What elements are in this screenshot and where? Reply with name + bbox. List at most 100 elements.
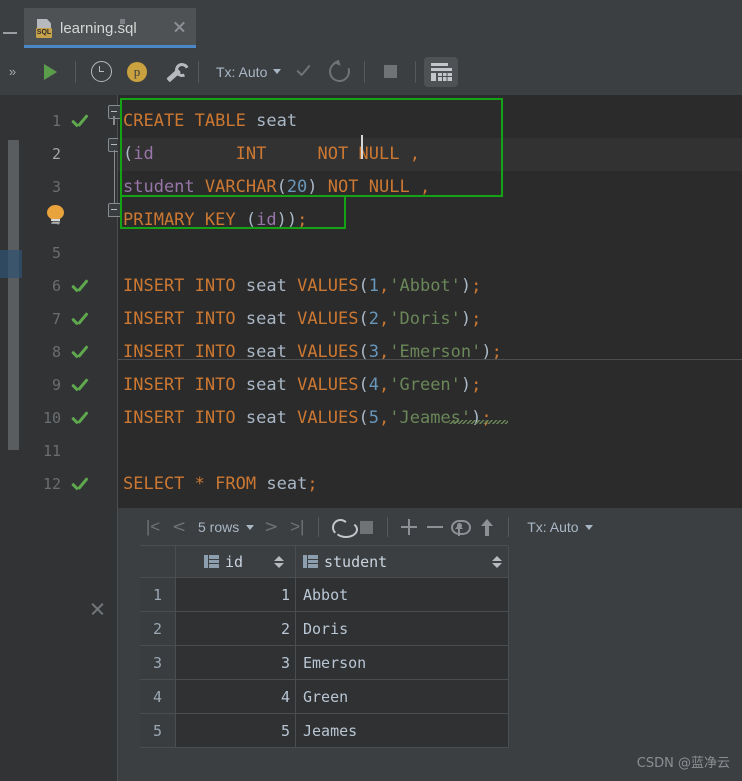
gutter-row: 12 [24,468,118,501]
submit-button[interactable] [474,514,500,540]
data-grid-button[interactable] [424,56,459,87]
divider [75,60,76,83]
results-grid[interactable]: id student 1 1 Abbot 2 2 Doris 3 3 Emerson 4 4 Gree… [140,546,509,748]
line-number: 9 [51,376,61,394]
refresh-icon [331,518,359,538]
profile-button[interactable]: p [120,57,154,87]
gutter-row: 8 [24,336,118,369]
tx-mode-label: Tx: Auto [216,63,268,80]
cell-student[interactable]: Green [296,680,509,714]
cell-student[interactable]: Emerson [296,646,509,680]
sort-icon[interactable] [274,555,284,569]
refresh-button[interactable] [327,514,359,540]
line-number: 2 [51,145,61,163]
cell-id[interactable]: 1 [176,578,296,612]
revert-changes-button[interactable] [448,514,474,540]
run-button[interactable] [33,57,67,87]
last-page-button[interactable]: >| [284,514,310,540]
line-number: 3 [51,178,61,196]
statement-success-icon[interactable] [71,279,89,295]
gutter-row: 3 [24,171,118,204]
line-number: 10 [42,409,61,427]
code-line[interactable] [118,435,742,468]
cell-student[interactable]: Abbot [296,578,509,612]
commit-button[interactable] [286,57,320,87]
statement-divider [118,359,742,360]
statement-success-icon[interactable] [71,312,89,328]
revert-icon [451,519,472,536]
statement-success-icon[interactable] [71,378,89,394]
submit-icon [480,518,494,536]
line-number: 11 [42,442,61,460]
code-line[interactable]: INSERT INTO seat VALUES(1,'Abbot'); [118,270,742,303]
cell-id[interactable]: 3 [176,646,296,680]
column-header-label: student [324,552,388,571]
column-header-id[interactable]: id [176,546,296,578]
next-page-icon: > [264,517,279,537]
line-number: 7 [51,310,61,328]
code-line[interactable] [118,237,742,270]
gutter-row: 4 [24,204,118,237]
rollback-icon [325,57,354,86]
code-line[interactable]: SELECT * FROM seat; [118,468,742,501]
row-index-cell: 4 [140,680,176,714]
stop-button[interactable] [373,57,407,87]
results-tx-selector[interactable]: Tx: Auto [517,519,596,535]
column-header-student[interactable]: student [296,546,509,578]
statement-success-icon[interactable] [71,477,89,493]
grid-header-row: id student [140,546,509,578]
close-icon[interactable] [90,601,105,616]
statement-success-icon[interactable] [71,411,89,427]
table-row[interactable]: 4 4 Green [140,680,509,714]
statement-success-icon[interactable] [71,345,89,361]
cell-id[interactable]: 2 [176,612,296,646]
add-row-icon [401,519,418,535]
results-toolbar: |< < 5 rows > >| Tx: Auto [118,508,742,546]
watermark: CSDN @蓝净云 [636,756,730,771]
chevron-down-icon [273,69,282,74]
cell-id[interactable]: 5 [176,714,296,748]
sort-icon[interactable] [492,555,502,569]
next-page-button[interactable]: > [258,514,284,540]
fold-line [113,150,115,205]
code-line[interactable]: INSERT INTO seat VALUES(5,'Jeames'); [118,402,742,435]
prev-page-button[interactable]: < [166,514,192,540]
divider [508,517,510,537]
table-row[interactable]: 1 1 Abbot [140,578,509,612]
add-row-button[interactable] [396,514,422,540]
code-line[interactable]: INSERT INTO seat VALUES(3,'Emerson'); [118,336,742,369]
tab-learning-sql[interactable]: SQL learning.sql [24,8,196,48]
remove-row-button[interactable] [422,514,448,540]
table-row[interactable]: 5 5 Jeames [140,714,509,748]
column-type-icon [303,555,318,568]
divider [318,517,320,537]
close-icon[interactable] [172,20,186,34]
rollback-button[interactable] [322,57,356,87]
editor-scrollbar[interactable] [8,140,19,450]
rows-count-selector[interactable]: 5 rows [192,519,258,535]
statement-success-icon[interactable] [71,114,89,130]
line-number: 8 [51,343,61,361]
editor-toolbar: p Tx: Auto [24,48,742,95]
history-button[interactable] [84,57,118,87]
code-line[interactable]: INSERT INTO seat VALUES(4,'Green'); [118,369,742,402]
lightbulb-icon[interactable] [47,205,64,225]
gutter-row: 5 [24,237,118,270]
cell-student[interactable]: Doris [296,612,509,646]
first-page-icon: |< [145,517,161,536]
line-number: 6 [51,277,61,295]
grid-corner-cell [140,546,176,578]
cell-student[interactable]: Jeames [296,714,509,748]
code-editor[interactable]: 123456789101112 CREATE TABLE seat(id INT… [24,95,742,781]
double-chevron-right-icon[interactable]: » [0,62,24,82]
minus-icon[interactable] [3,32,17,34]
gutter-row: 7 [24,303,118,336]
code-line[interactable]: INSERT INTO seat VALUES(2,'Doris'); [118,303,742,336]
table-row[interactable]: 3 3 Emerson [140,646,509,680]
cell-id[interactable]: 4 [176,680,296,714]
first-page-button[interactable]: |< [140,514,166,540]
row-index-cell: 3 [140,646,176,680]
tx-mode-selector[interactable]: Tx: Auto [206,64,285,80]
settings-button[interactable] [156,57,191,87]
table-row[interactable]: 2 2 Doris [140,612,509,646]
